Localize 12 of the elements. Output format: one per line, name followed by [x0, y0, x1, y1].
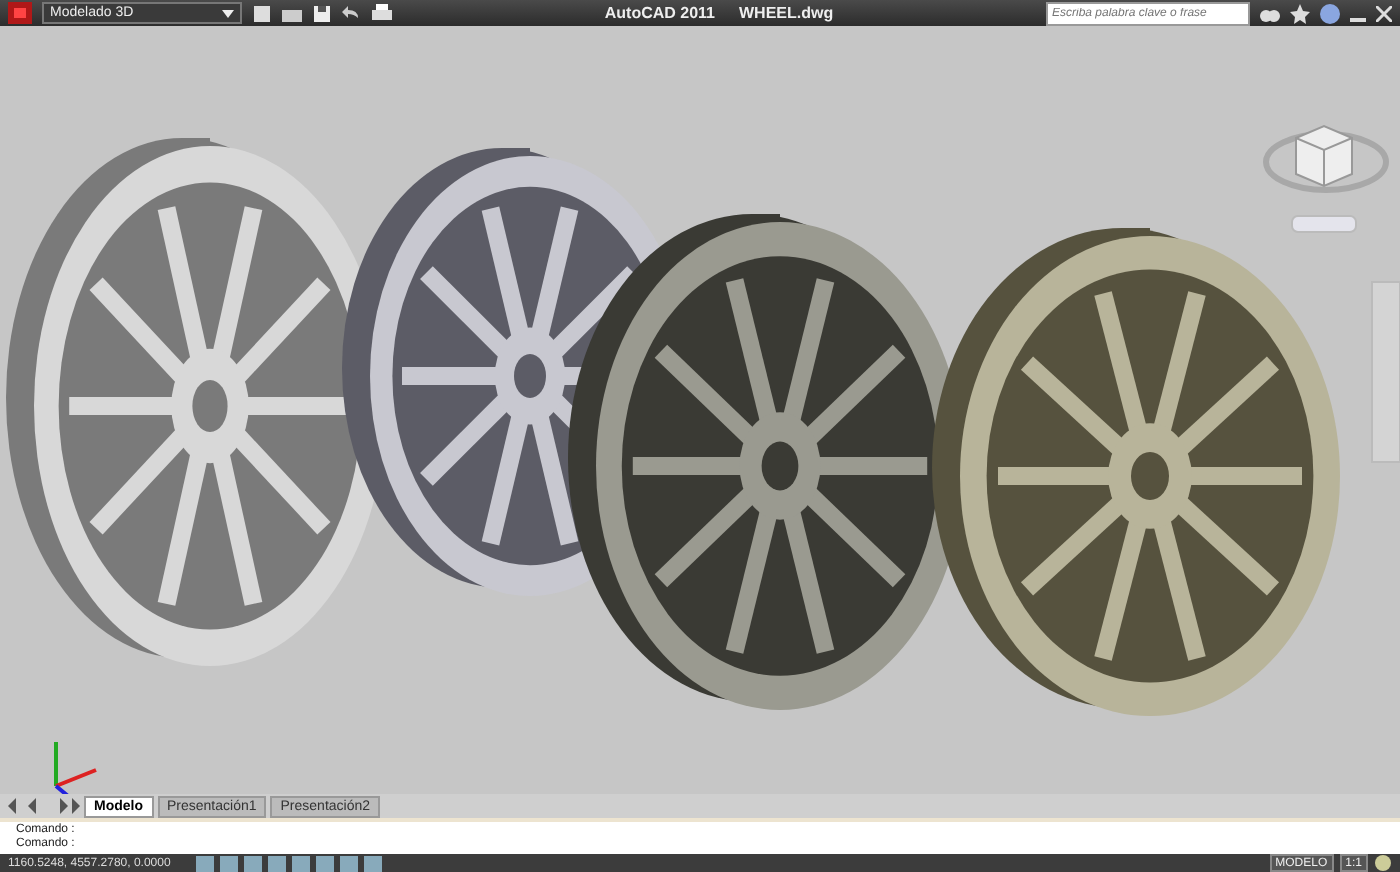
app-logo-icon[interactable]: [8, 2, 32, 25]
undo-icon[interactable]: [342, 3, 362, 24]
app-title: AutoCAD 2011: [604, 4, 715, 23]
save-icon[interactable]: [312, 3, 332, 24]
tab-scroll-arrows-icon[interactable]: [8, 798, 80, 815]
ucs-axes-icon: [54, 742, 97, 795]
caret-icon: [222, 9, 234, 18]
close-icon[interactable]: [1376, 5, 1392, 22]
help-icon[interactable]: [1320, 3, 1340, 24]
file-name: WHEEL.dwg: [739, 4, 834, 23]
star-icon[interactable]: [1290, 3, 1310, 24]
print-icon[interactable]: [372, 3, 392, 24]
